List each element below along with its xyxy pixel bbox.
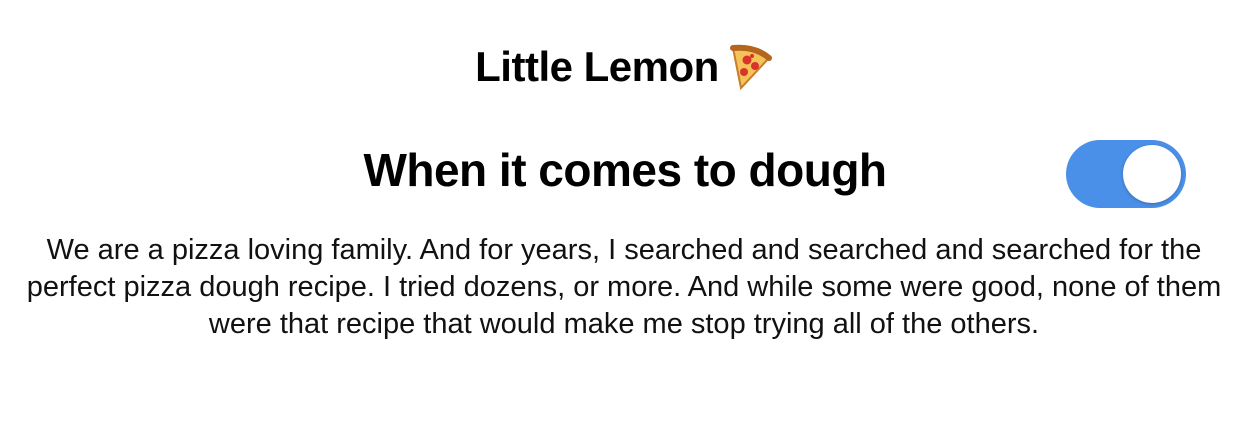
app-title-text: Little Lemon (475, 43, 719, 90)
section-title: When it comes to dough (363, 144, 887, 196)
toggle-knob (1123, 145, 1181, 203)
pizza-slice-icon (727, 42, 773, 92)
dough-toggle-switch[interactable] (1066, 140, 1186, 208)
section-body-text: We are a pizza loving family. And for ye… (26, 234, 1222, 340)
section-header: When it comes to dough (0, 140, 1248, 208)
app-title: Little Lemon (0, 42, 1248, 92)
